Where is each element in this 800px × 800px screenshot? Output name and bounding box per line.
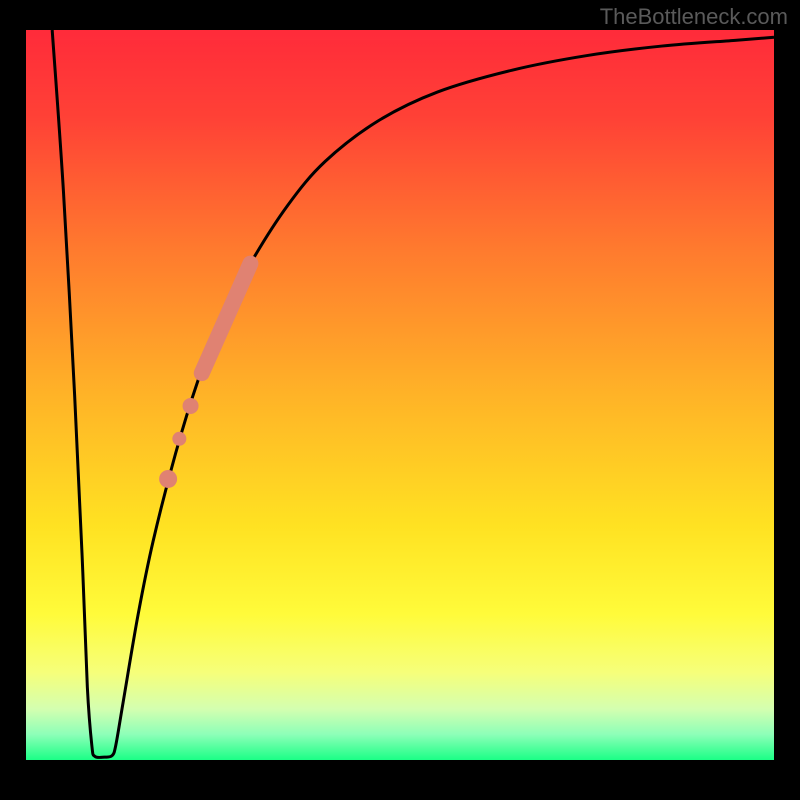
bottleneck-chart [0, 0, 800, 800]
chart-container: TheBottleneck.com [0, 0, 800, 800]
gradient-background [26, 30, 774, 760]
watermark-text: TheBottleneck.com [600, 4, 788, 30]
